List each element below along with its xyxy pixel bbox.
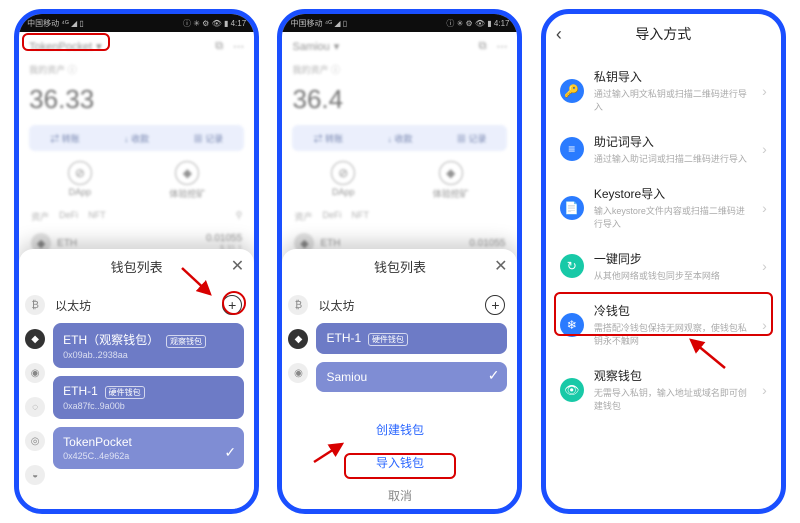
option-icon: 👁 [560, 378, 584, 402]
chain-selector: ₿ ◆ ◉ ◌ ◎ ◒ [19, 283, 51, 497]
chevron-right-icon: › [762, 382, 767, 398]
highlight-import [344, 453, 456, 479]
chain-ic-1[interactable]: ₿ [25, 295, 45, 315]
close-icon[interactable]: ✕ [231, 256, 244, 276]
diamond-icon: ◆ [175, 161, 199, 185]
asset-symbol: ETH [57, 238, 77, 249]
balance-label: 我的资产 ⓘ [29, 63, 244, 76]
wallet-card[interactable]: ETH-1 硬件钱包 [316, 323, 507, 354]
asset-tabs: 资产 DeFi NFT ⚲ [19, 204, 254, 227]
wallet-card[interactable]: Samiou ✓ [316, 362, 507, 392]
balance-amount: 36.33 [29, 84, 244, 115]
check-icon: ✓ [224, 444, 236, 461]
highlight-add-button [222, 291, 246, 315]
close-icon[interactable]: ✕ [494, 256, 507, 276]
tab-assets[interactable]: 资产 [31, 210, 49, 223]
option-icon: 📄 [560, 196, 584, 220]
chevron-right-icon: › [762, 83, 767, 99]
wallet-list-sheet: 钱包列表 ✕ ₿ ◆ ◉ ◌ ◎ ◒ 以太坊 + ETH（观察钱包） 观察钱包 [19, 249, 254, 509]
status-right: ⓘ ✳ ⚙ 👁 ▮ 4:17 [183, 18, 246, 29]
option-title: 助记词导入 [594, 133, 752, 150]
import-option[interactable]: ≡ 助记词导入通过输入助记词或扫描二维码进行导入 › [546, 123, 781, 175]
menu-icon[interactable]: ⋯ [496, 40, 507, 53]
option-icon: 🔑 [560, 79, 584, 103]
transfer-tab[interactable]: ⇄ 转账 [29, 125, 101, 151]
import-options-list: 🔑 私钥导入通过输入明文私钥或扫描二维码进行导入 › ≡ 助记词导入通过输入助记词或扫描… [546, 54, 781, 426]
status-bar: 中国移动 ⁴ᴳ ◢ ▯ ⓘ ✳ ⚙ 👁 ▮ 4:17 [19, 14, 254, 32]
page-header: ‹ 导入方式 [546, 14, 781, 54]
option-icon: ↻ [560, 254, 584, 278]
asset-val: 0.01055 [206, 233, 242, 244]
sheet-title: 钱包列表 [374, 257, 426, 276]
receive-tab[interactable]: ↓ 收款 [101, 125, 173, 151]
wallet-card[interactable]: ETH-1 硬件钱包 0xa87fc..9a00b [53, 376, 244, 419]
chevron-down-icon: ▾ [334, 40, 340, 53]
search-icon[interactable]: ⚲ [236, 210, 243, 223]
scan-icon[interactable]: ⧉ [215, 40, 223, 53]
chain-ic-4[interactable]: ◌ [25, 397, 45, 417]
highlight-watch-wallet [554, 292, 773, 336]
back-icon[interactable]: ‹ [556, 24, 562, 45]
wallet-card[interactable]: ETH（观察钱包） 观察钱包 0x09ab..2938aa [53, 323, 244, 368]
chevron-right-icon: › [762, 141, 767, 157]
wallet-card[interactable]: TokenPocket 0x425C..4e962a ✓ [53, 427, 244, 469]
option-subtitle: 从其他网络或钱包同步至本网络 [594, 269, 752, 282]
status-bar: 中国移动 ⁴ᴳ ◢ ▯ ⓘ ✳ ⚙ 👁 ▮ 4:17 [282, 14, 517, 32]
highlight-wallet-name [22, 33, 110, 51]
action-tabs: ⇄ 转账 ↓ 收款 ▦ 记录 [29, 125, 244, 151]
chevron-right-icon: › [762, 258, 767, 274]
option-title: Keystore导入 [594, 185, 752, 202]
import-option[interactable]: 🔑 私钥导入通过输入明文私钥或扫描二维码进行导入 › [546, 58, 781, 123]
option-subtitle: 输入keystore文件内容或扫描二维码进行导入 [594, 204, 752, 230]
option-subtitle: 通过输入明文私钥或扫描二维码进行导入 [594, 87, 752, 113]
option-icon: ≡ [560, 137, 584, 161]
chain-ic-6[interactable]: ◒ [25, 465, 45, 485]
scan-icon[interactable]: ⧉ [479, 40, 487, 53]
phone-screen-1: 中国移动 ⁴ᴳ ◢ ▯ ⓘ ✳ ⚙ 👁 ▮ 4:17 TokenPocket ▾… [14, 9, 259, 514]
check-icon: ✓ [488, 367, 500, 384]
create-wallet-button[interactable]: 创建钱包 [282, 413, 517, 446]
wallet-name-row[interactable]: Samiou ▾ ⧉ ⋯ [292, 40, 507, 53]
tab-nft[interactable]: NFT [88, 210, 106, 223]
history-tab[interactable]: ▦ 记录 [173, 125, 245, 151]
mining-shortcut[interactable]: ◆ 体验挖矿 [169, 161, 205, 200]
chain-ic-5[interactable]: ◎ [25, 431, 45, 451]
sheet-title: 钱包列表 [111, 257, 163, 276]
option-title: 观察钱包 [594, 367, 752, 384]
wallet-background: Samiou ▾ ⧉ ⋯ 我的资产 ⓘ 36.4 ⇄ 转账 ↓ 收款 ▦ 记录 … [282, 32, 517, 259]
dapp-icon: ⊘ [68, 161, 92, 185]
balance-amount: 36.4 [292, 84, 507, 115]
wallet-name: Samiou [292, 41, 329, 53]
import-option[interactable]: 👁 观察钱包无需导入私钥，输入地址或域名即可创建钱包 › [546, 357, 781, 422]
add-wallet-button[interactable]: + [485, 295, 505, 315]
status-left: 中国移动 ⁴ᴳ ◢ ▯ [27, 18, 84, 29]
wallet-background: TokenPocket ▾ ⧉ ⋯ 我的资产 ⓘ 36.33 ⇄ 转账 ↓ 收款… [19, 32, 254, 259]
import-option[interactable]: ↻ 一键同步从其他网络或钱包同步至本网络 › [546, 240, 781, 292]
chevron-right-icon: › [762, 200, 767, 216]
dapp-shortcut[interactable]: ⊘ DApp [68, 161, 92, 200]
tab-defi[interactable]: DeFi [59, 210, 78, 223]
import-option[interactable]: 📄 Keystore导入输入keystore文件内容或扫描二维码进行导入 › [546, 175, 781, 240]
menu-icon[interactable]: ⋯ [233, 40, 244, 53]
option-title: 一键同步 [594, 250, 752, 267]
option-subtitle: 通过输入助记词或扫描二维码进行导入 [594, 152, 752, 165]
chain-name: 以太坊 [55, 297, 91, 314]
cancel-button[interactable]: 取消 [282, 479, 517, 512]
chain-ic-3[interactable]: ◉ [25, 363, 45, 383]
option-subtitle: 无需导入私钥，输入地址或域名即可创建钱包 [594, 386, 752, 412]
phone-screen-3: ‹ 导入方式 🔑 私钥导入通过输入明文私钥或扫描二维码进行导入 › ≡ 助记词导入通过输… [541, 9, 786, 514]
option-title: 私钥导入 [594, 68, 752, 85]
page-title: 导入方式 [635, 24, 691, 44]
phone-screen-2: 中国移动 ⁴ᴳ ◢ ▯ ⓘ ✳ ⚙ 👁 ▮ 4:17 Samiou ▾ ⧉ ⋯ … [277, 9, 522, 514]
chain-ic-eth[interactable]: ◆ [25, 329, 45, 349]
